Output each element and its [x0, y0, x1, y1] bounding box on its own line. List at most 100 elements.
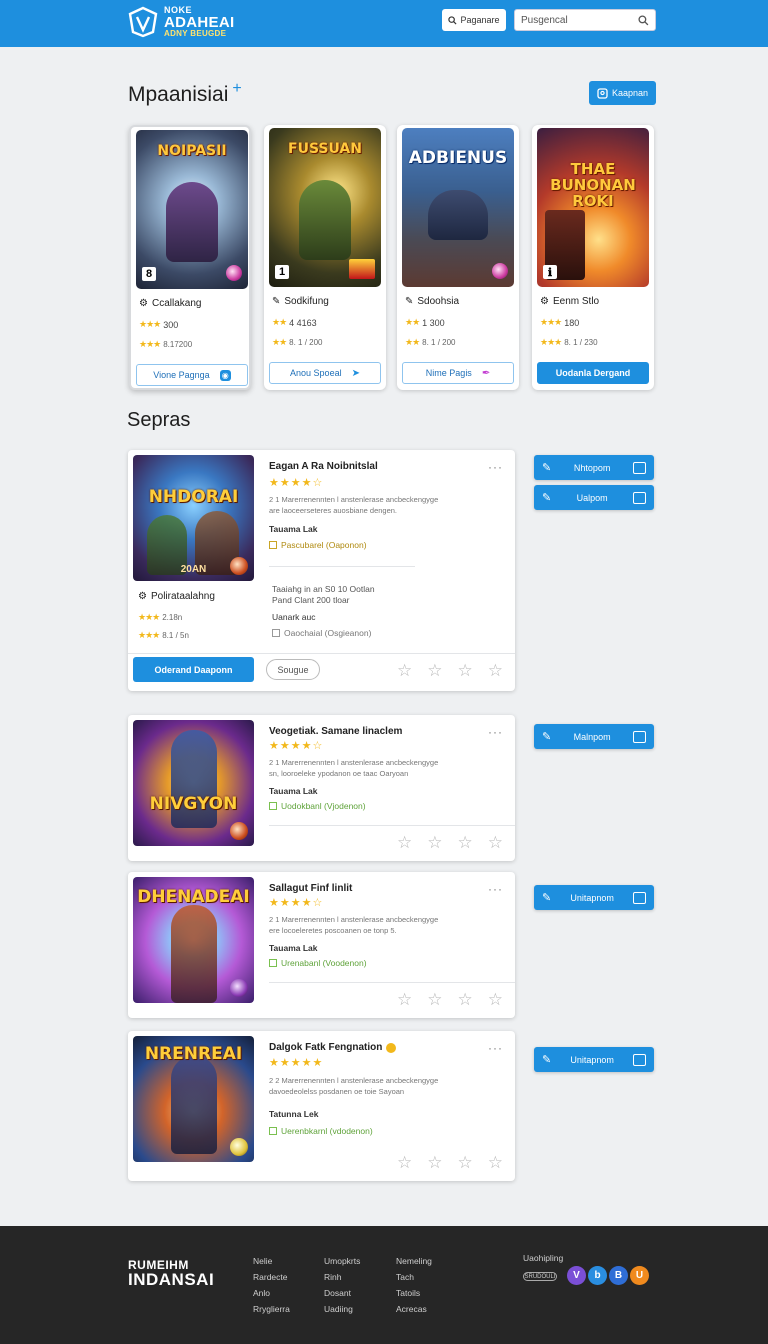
- featured-card[interactable]: ADBIENUS ✎ Sdoohsia ★★ 1 300 ★★ 8. 1 / 200 …: [397, 125, 519, 390]
- search-icon[interactable]: [638, 14, 649, 26]
- card-action-button[interactable]: Anou Spoeal ➤: [269, 362, 381, 384]
- game-cover-art[interactable]: NRENREAI: [133, 1036, 254, 1162]
- star-rating-input[interactable]: ☆ ☆ ☆ ☆: [397, 990, 503, 1010]
- star-icon[interactable]: ☆: [458, 661, 473, 681]
- more-options-icon[interactable]: ···: [488, 725, 503, 739]
- star-icon[interactable]: ☆: [397, 661, 412, 681]
- star-icon[interactable]: ☆: [488, 1153, 503, 1173]
- star-icon[interactable]: ☆: [427, 833, 442, 853]
- stats-row: ★★★ 8. 1 / 230: [540, 337, 598, 348]
- add-icon[interactable]: +: [232, 80, 241, 97]
- star-icon[interactable]: ☆: [427, 1153, 442, 1173]
- card-action-button[interactable]: Vione Pagnga ◉: [136, 364, 248, 386]
- item-title[interactable]: Eagan A Ra Noibnitslal: [269, 461, 378, 472]
- footer-link[interactable]: Tach: [396, 1269, 432, 1285]
- footer-link[interactable]: Anlo: [253, 1285, 290, 1301]
- star-icon[interactable]: ☆: [488, 833, 503, 853]
- list-item[interactable]: NRENREAI Dalgok Fatk Fengnation ··· ★★★★…: [128, 1031, 515, 1181]
- featured-card[interactable]: NOIPASII 8 ⚙ Ccallakang ★★★ 300 ★★★ 8.17200…: [129, 125, 251, 390]
- featured-card[interactable]: THAE BUNONAN ROKI ℹ ⚙ Eenm Stlo ★★★ 180 ★★…: [532, 125, 654, 390]
- side-action-button[interactable]: ✎ Nhtopom: [534, 455, 654, 480]
- game-cover-art[interactable]: NHDORAI 20AN: [133, 455, 254, 581]
- blogger-icon[interactable]: B: [609, 1266, 628, 1285]
- ubuntu-icon[interactable]: U: [630, 1266, 649, 1285]
- list-item[interactable]: NHDORAI 20AN Eagan A Ra Noibnitslal ··· …: [128, 450, 515, 691]
- more-options-icon[interactable]: ···: [488, 460, 503, 474]
- card-action-button[interactable]: Nime Pagis ✒: [402, 362, 514, 384]
- footer-column-1: Nelie Rardecte Anlo Rryglierra: [253, 1253, 290, 1317]
- social-pill[interactable]: SRUDOULI: [523, 1272, 557, 1281]
- item-meta: Urenabanl (Voodenon): [269, 958, 367, 968]
- footer-link[interactable]: Umopkrts: [324, 1253, 360, 1269]
- star-icon[interactable]: ☆: [488, 661, 503, 681]
- bookmark-icon: [597, 87, 608, 99]
- orb-icon: [230, 557, 248, 575]
- list-item[interactable]: DHENADEAI Sallagut Finf linlit ··· ★★★★☆…: [128, 872, 515, 1018]
- site-logo[interactable]: NOKE ADAHEAI ADNY BEUGDE: [128, 3, 234, 41]
- footer-link[interactable]: Tatoils: [396, 1285, 432, 1301]
- star-icon[interactable]: ☆: [397, 1153, 412, 1173]
- more-options-icon[interactable]: ···: [488, 882, 503, 896]
- footer-link[interactable]: Acrecas: [396, 1301, 432, 1317]
- logo-line3: ADNY BEUGDE: [164, 29, 227, 38]
- game-cover-art[interactable]: NOIPASII 8: [136, 130, 248, 289]
- card-button-label: Anou Spoeal: [290, 368, 342, 378]
- logo-line2: ADAHEAI: [164, 14, 235, 31]
- star-icon[interactable]: ☆: [427, 661, 442, 681]
- game-cover-art[interactable]: NIVGYON: [133, 720, 254, 846]
- header-search-button[interactable]: Paganare: [442, 9, 506, 31]
- stats-row: ★★ 8. 1 / 200: [405, 337, 456, 348]
- item-title[interactable]: Veogetiak. Samane linaclem: [269, 726, 402, 737]
- primary-button[interactable]: Oderand Daaponn: [133, 657, 254, 682]
- footer-link[interactable]: Uadiing: [324, 1301, 360, 1317]
- secondary-button[interactable]: Sougue: [266, 659, 320, 680]
- star-icon[interactable]: ☆: [458, 990, 473, 1010]
- star-rating-input[interactable]: ☆ ☆ ☆ ☆: [397, 1153, 503, 1173]
- star-rating-input[interactable]: ☆ ☆ ☆ ☆: [397, 833, 503, 853]
- pen-icon: ✎: [542, 1054, 552, 1066]
- featured-card[interactable]: FUSSUAN 1 ✎ Sodkifung ★★ 4 4163 ★★ 8. 1 / 2…: [264, 125, 386, 390]
- footer-link[interactable]: Nelie: [253, 1253, 290, 1269]
- featured-action-button[interactable]: Kaapnan: [589, 81, 656, 105]
- star-rating: ★★★★☆: [269, 740, 324, 752]
- side-action-button[interactable]: ✎ Unitapnom: [534, 1047, 654, 1072]
- side-action-button[interactable]: ✎ Unitapnom: [534, 885, 654, 910]
- footer-link[interactable]: Dosant: [324, 1285, 360, 1301]
- sub-stats-value: 8.1 / 5n: [162, 631, 189, 640]
- footer-link[interactable]: Nemeling: [396, 1253, 432, 1269]
- game-cover-art[interactable]: DHENADEAI: [133, 877, 254, 1003]
- item-title[interactable]: Sallagut Finf linlit: [269, 883, 352, 894]
- item-label: Tatunna Lek: [269, 1109, 319, 1119]
- star-icon[interactable]: ☆: [488, 990, 503, 1010]
- game-name: ✎ Sdoohsia: [405, 296, 459, 307]
- star-rating-input[interactable]: ☆ ☆ ☆ ☆: [397, 661, 503, 681]
- star-icon[interactable]: ☆: [458, 833, 473, 853]
- pen-icon: ✎: [542, 731, 552, 743]
- footer-link[interactable]: Rinh: [324, 1269, 360, 1285]
- list-section-title: Sepras: [127, 409, 191, 431]
- star-icon[interactable]: ☆: [427, 990, 442, 1010]
- side-action-button[interactable]: ✎ Ualpom: [534, 485, 654, 510]
- star-icon[interactable]: ☆: [458, 1153, 473, 1173]
- game-cover-art[interactable]: ADBIENUS: [402, 128, 514, 287]
- game-cover-art[interactable]: THAE BUNONAN ROKI ℹ: [537, 128, 649, 287]
- cover-title: ADBIENUS: [408, 148, 508, 168]
- item-meta: Uerenbkarnl (vdodenon): [269, 1126, 373, 1136]
- card-action-button[interactable]: Uodanla Dergand: [537, 362, 649, 384]
- game-cover-art[interactable]: FUSSUAN 1: [269, 128, 381, 287]
- footer-link[interactable]: Rryglierra: [253, 1301, 290, 1317]
- list-item[interactable]: NIVGYON Veogetiak. Samane linaclem ··· ★…: [128, 715, 515, 861]
- item-title[interactable]: Dalgok Fatk Fengnation: [269, 1042, 397, 1053]
- side-action-button[interactable]: ✎ Malnpom: [534, 724, 654, 749]
- behance-icon[interactable]: b: [588, 1266, 607, 1285]
- viber-icon[interactable]: V: [567, 1266, 586, 1285]
- edit-icon: [632, 491, 646, 504]
- search-input[interactable]: Pusgencal: [514, 9, 656, 31]
- star-icon[interactable]: ☆: [397, 833, 412, 853]
- footer-link[interactable]: Rardecte: [253, 1269, 290, 1285]
- item-description: 2 1 Marerrenennten l anstenlerase ancbec…: [269, 915, 439, 935]
- edit-icon: [632, 730, 646, 743]
- star-icon[interactable]: ☆: [397, 990, 412, 1010]
- more-options-icon[interactable]: ···: [488, 1041, 503, 1055]
- item-description: 2 2 Marerrenennten l anstenlerase ancbec…: [269, 1076, 439, 1096]
